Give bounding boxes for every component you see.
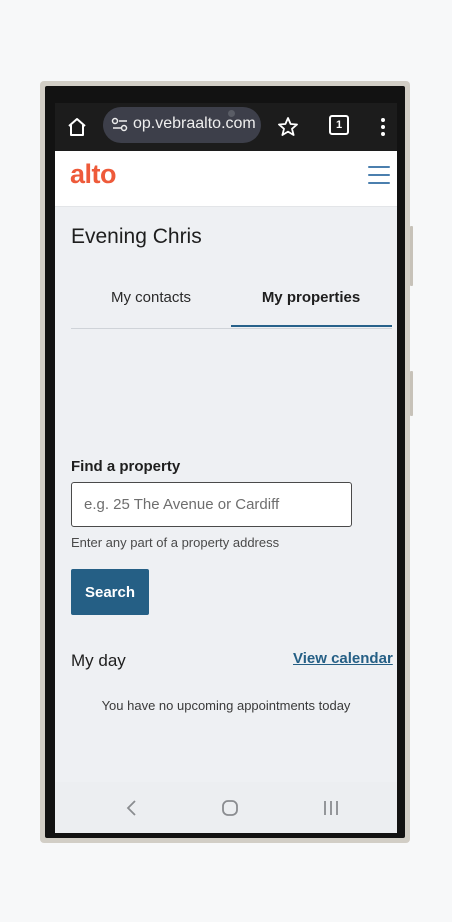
recent-apps-icon[interactable]	[322, 799, 340, 817]
system-navigation-bar	[55, 782, 397, 833]
property-search-input[interactable]	[71, 482, 352, 527]
phone-bezel: op.vebraalto.com 1 alto Evening Chris My…	[45, 86, 405, 838]
tabs-icon[interactable]: 1	[329, 115, 349, 135]
back-icon[interactable]	[125, 799, 139, 817]
search-button[interactable]: Search	[71, 569, 149, 615]
home-icon[interactable]	[65, 115, 89, 139]
star-icon[interactable]	[276, 115, 300, 139]
alto-logo[interactable]: alto	[70, 159, 117, 190]
search-hint: Enter any part of a property address	[71, 535, 280, 550]
power-button	[410, 371, 413, 416]
camera-cutout	[228, 110, 235, 117]
app-header: alto	[55, 151, 397, 207]
site-settings-icon[interactable]	[111, 117, 129, 133]
greeting-heading: Evening Chris	[71, 225, 202, 248]
home-circle-icon[interactable]	[221, 799, 239, 817]
active-tab-indicator	[231, 325, 392, 327]
phone-frame: op.vebraalto.com 1 alto Evening Chris My…	[40, 81, 413, 843]
address-bar[interactable]: op.vebraalto.com	[103, 107, 261, 143]
view-calendar-link[interactable]: View calendar	[293, 650, 393, 667]
url-text: op.vebraalto.com	[133, 115, 256, 132]
browser-toolbar: op.vebraalto.com 1	[55, 103, 397, 151]
find-property-label: Find a property	[71, 458, 181, 475]
tab-bar: My contacts My properties	[71, 283, 392, 329]
volume-button	[410, 226, 413, 286]
more-menu-icon[interactable]	[371, 115, 395, 139]
tab-my-properties[interactable]: My properties	[231, 289, 391, 306]
my-day-heading: My day	[71, 651, 126, 670]
screen: op.vebraalto.com 1 alto Evening Chris My…	[55, 103, 397, 833]
hamburger-menu-icon[interactable]	[368, 166, 390, 184]
tab-my-contacts[interactable]: My contacts	[71, 289, 231, 306]
no-appointments-message: You have no upcoming appointments today	[101, 698, 351, 713]
